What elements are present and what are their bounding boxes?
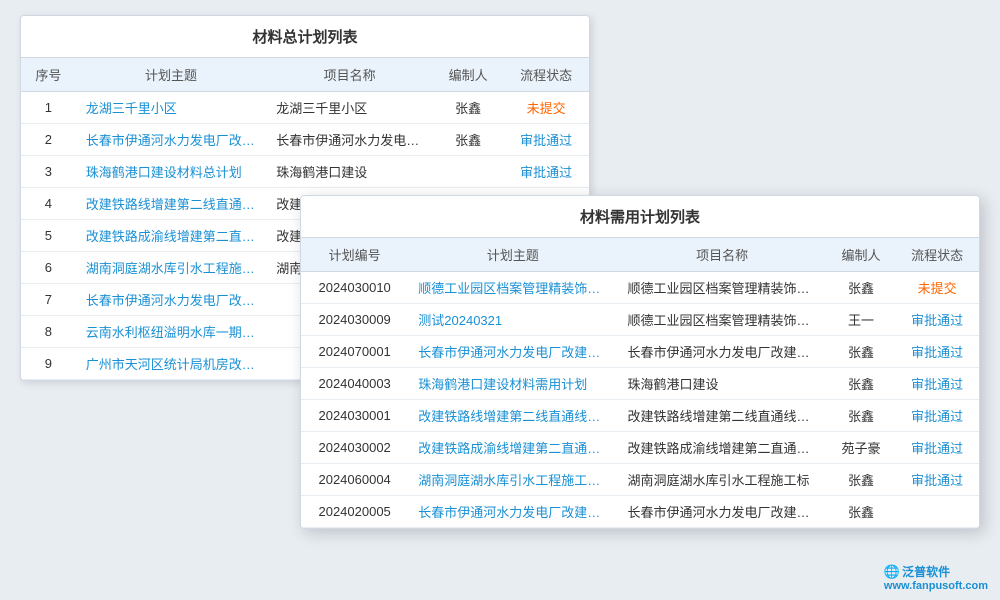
cell-code: 2024060004 <box>301 464 408 496</box>
need-plan-title: 材料需用计划列表 <box>301 196 979 238</box>
cell-index: 5 <box>21 220 76 252</box>
cell-project: 珠海鹤港口建设 <box>617 368 826 400</box>
cell-project: 湖南洞庭湖水库引水工程施工标 <box>617 464 826 496</box>
cell-code: 2024020005 <box>301 496 408 528</box>
cell-project: 长春市伊通河水力发电厂改建工程 <box>617 496 826 528</box>
cell-editor: 张鑫 <box>827 496 896 528</box>
cell-project: 长春市伊通河水力发电厂改建工程 <box>617 336 826 368</box>
cell-editor: 张鑫 <box>827 400 896 432</box>
cell-project: 龙湖三千里小区 <box>266 92 433 124</box>
table-row[interactable]: 2024040003 珠海鹤港口建设材料需用计划 珠海鹤港口建设 张鑫 审批通过 <box>301 368 979 400</box>
col-status: 流程状态 <box>503 58 589 92</box>
cell-status: 审批通过 <box>503 156 589 188</box>
cell-theme[interactable]: 改建铁路成渝线增建第二直通线（成渝枢纽... <box>76 220 267 252</box>
watermark-icon: 🌐 <box>884 564 900 580</box>
cell-project: 长春市伊通河水力发电厂改建工程 <box>266 124 433 156</box>
table-row[interactable]: 3 珠海鹤港口建设材料总计划 珠海鹤港口建设 审批通过 <box>21 156 589 188</box>
col-status: 流程状态 <box>895 238 979 272</box>
cell-theme[interactable]: 广州市天河区统计局机房改造项目材料总计划 <box>76 348 267 380</box>
col-editor: 编制人 <box>827 238 896 272</box>
cell-status: 审批通过 <box>895 368 979 400</box>
cell-code: 2024030001 <box>301 400 408 432</box>
cell-editor <box>433 156 503 188</box>
cell-editor: 王一 <box>827 304 896 336</box>
cell-editor: 苑子豪 <box>827 432 896 464</box>
cell-theme[interactable]: 湖南洞庭湖水库引水工程施工标材... <box>408 464 617 496</box>
cell-status: 审批通过 <box>503 124 589 156</box>
cell-theme[interactable]: 龙湖三千里小区 <box>76 92 267 124</box>
total-plan-title: 材料总计划列表 <box>21 16 589 58</box>
col-editor: 编制人 <box>433 58 503 92</box>
cell-status: 审批通过 <box>895 464 979 496</box>
cell-code: 2024070001 <box>301 336 408 368</box>
table-row[interactable]: 2024030002 改建铁路成渝线增建第二直通线（成... 改建铁路成渝线增建… <box>301 432 979 464</box>
cell-index: 7 <box>21 284 76 316</box>
cell-project: 顺德工业园区档案管理精装饰工程（... <box>617 272 826 304</box>
cell-editor: 张鑫 <box>827 272 896 304</box>
col-project: 项目名称 <box>266 58 433 92</box>
table-row[interactable]: 2024070001 长春市伊通河水力发电厂改建工程合... 长春市伊通河水力发… <box>301 336 979 368</box>
col-code: 计划编号 <box>301 238 408 272</box>
cell-editor: 张鑫 <box>827 464 896 496</box>
table-row[interactable]: 2024020005 长春市伊通河水力发电厂改建工程材... 长春市伊通河水力发… <box>301 496 979 528</box>
watermark-url: www.fanpusoft.com <box>884 580 988 592</box>
cell-status: 审批通过 <box>895 400 979 432</box>
cell-status: 审批通过 <box>895 336 979 368</box>
need-plan-data-table: 计划编号 计划主题 项目名称 编制人 流程状态 2024030010 顺德工业园… <box>301 238 979 528</box>
table-row[interactable]: 2024030009 测试20240321 顺德工业园区档案管理精装饰工程（..… <box>301 304 979 336</box>
table-row[interactable]: 2024060004 湖南洞庭湖水库引水工程施工标材... 湖南洞庭湖水库引水工… <box>301 464 979 496</box>
need-plan-table: 材料需用计划列表 计划编号 计划主题 项目名称 编制人 流程状态 2024030… <box>300 195 980 529</box>
cell-theme[interactable]: 顺德工业园区档案管理精装饰工程（... <box>408 272 617 304</box>
cell-editor: 张鑫 <box>827 336 896 368</box>
cell-index: 1 <box>21 92 76 124</box>
cell-index: 9 <box>21 348 76 380</box>
table-row[interactable]: 2 长春市伊通河水力发电厂改建工程合同材料... 长春市伊通河水力发电厂改建工程… <box>21 124 589 156</box>
cell-theme[interactable]: 长春市伊通河水力发电厂改建工程合... <box>408 336 617 368</box>
cell-index: 3 <box>21 156 76 188</box>
table-row[interactable]: 2024030010 顺德工业园区档案管理精装饰工程（... 顺德工业园区档案管… <box>301 272 979 304</box>
cell-theme[interactable]: 改建铁路线增建第二线直通线（成都-西安）... <box>76 188 267 220</box>
total-plan-header-row: 序号 计划主题 项目名称 编制人 流程状态 <box>21 58 589 92</box>
cell-editor: 张鑫 <box>433 92 503 124</box>
cell-index: 4 <box>21 188 76 220</box>
cell-project: 珠海鹤港口建设 <box>266 156 433 188</box>
watermark: 🌐 泛普软件 www.fanpusoft.com <box>884 563 988 592</box>
cell-project: 改建铁路线增建第二线直通线（成都... <box>617 400 826 432</box>
cell-code: 2024030002 <box>301 432 408 464</box>
cell-theme[interactable]: 长春市伊通河水力发电厂改建工程合同材料... <box>76 124 267 156</box>
cell-code: 2024030010 <box>301 272 408 304</box>
cell-theme[interactable]: 珠海鹤港口建设材料需用计划 <box>408 368 617 400</box>
cell-status: 未提交 <box>895 272 979 304</box>
cell-index: 2 <box>21 124 76 156</box>
watermark-brand: 泛普软件 <box>902 563 950 580</box>
col-index: 序号 <box>21 58 76 92</box>
cell-theme[interactable]: 长春市伊通河水力发电厂改建工程材... <box>408 496 617 528</box>
cell-theme[interactable]: 云南水利枢纽溢明水库一期工程施工标材料... <box>76 316 267 348</box>
cell-project: 顺德工业园区档案管理精装饰工程（... <box>617 304 826 336</box>
cell-theme[interactable]: 珠海鹤港口建设材料总计划 <box>76 156 267 188</box>
cell-theme[interactable]: 测试20240321 <box>408 304 617 336</box>
col-theme: 计划主题 <box>408 238 617 272</box>
cell-status: 审批通过 <box>895 432 979 464</box>
cell-index: 6 <box>21 252 76 284</box>
table-row[interactable]: 1 龙湖三千里小区 龙湖三千里小区 张鑫 未提交 <box>21 92 589 124</box>
cell-code: 2024040003 <box>301 368 408 400</box>
table-row[interactable]: 2024030001 改建铁路线增建第二线直通线（成都... 改建铁路线增建第二… <box>301 400 979 432</box>
cell-theme[interactable]: 湖南洞庭湖水库引水工程施工标材料总计划 <box>76 252 267 284</box>
cell-theme[interactable]: 改建铁路成渝线增建第二直通线（成... <box>408 432 617 464</box>
cell-index: 8 <box>21 316 76 348</box>
col-project: 项目名称 <box>617 238 826 272</box>
cell-project: 改建铁路成渝线增建第二直通线（成... <box>617 432 826 464</box>
cell-status: 未提交 <box>503 92 589 124</box>
cell-code: 2024030009 <box>301 304 408 336</box>
cell-status: 审批通过 <box>895 304 979 336</box>
cell-editor: 张鑫 <box>433 124 503 156</box>
need-plan-header-row: 计划编号 计划主题 项目名称 编制人 流程状态 <box>301 238 979 272</box>
cell-theme[interactable]: 改建铁路线增建第二线直通线（成都... <box>408 400 617 432</box>
cell-theme[interactable]: 长春市伊通河水力发电厂改建工程材料总计划 <box>76 284 267 316</box>
cell-status <box>895 496 979 528</box>
col-theme: 计划主题 <box>76 58 267 92</box>
cell-editor: 张鑫 <box>827 368 896 400</box>
